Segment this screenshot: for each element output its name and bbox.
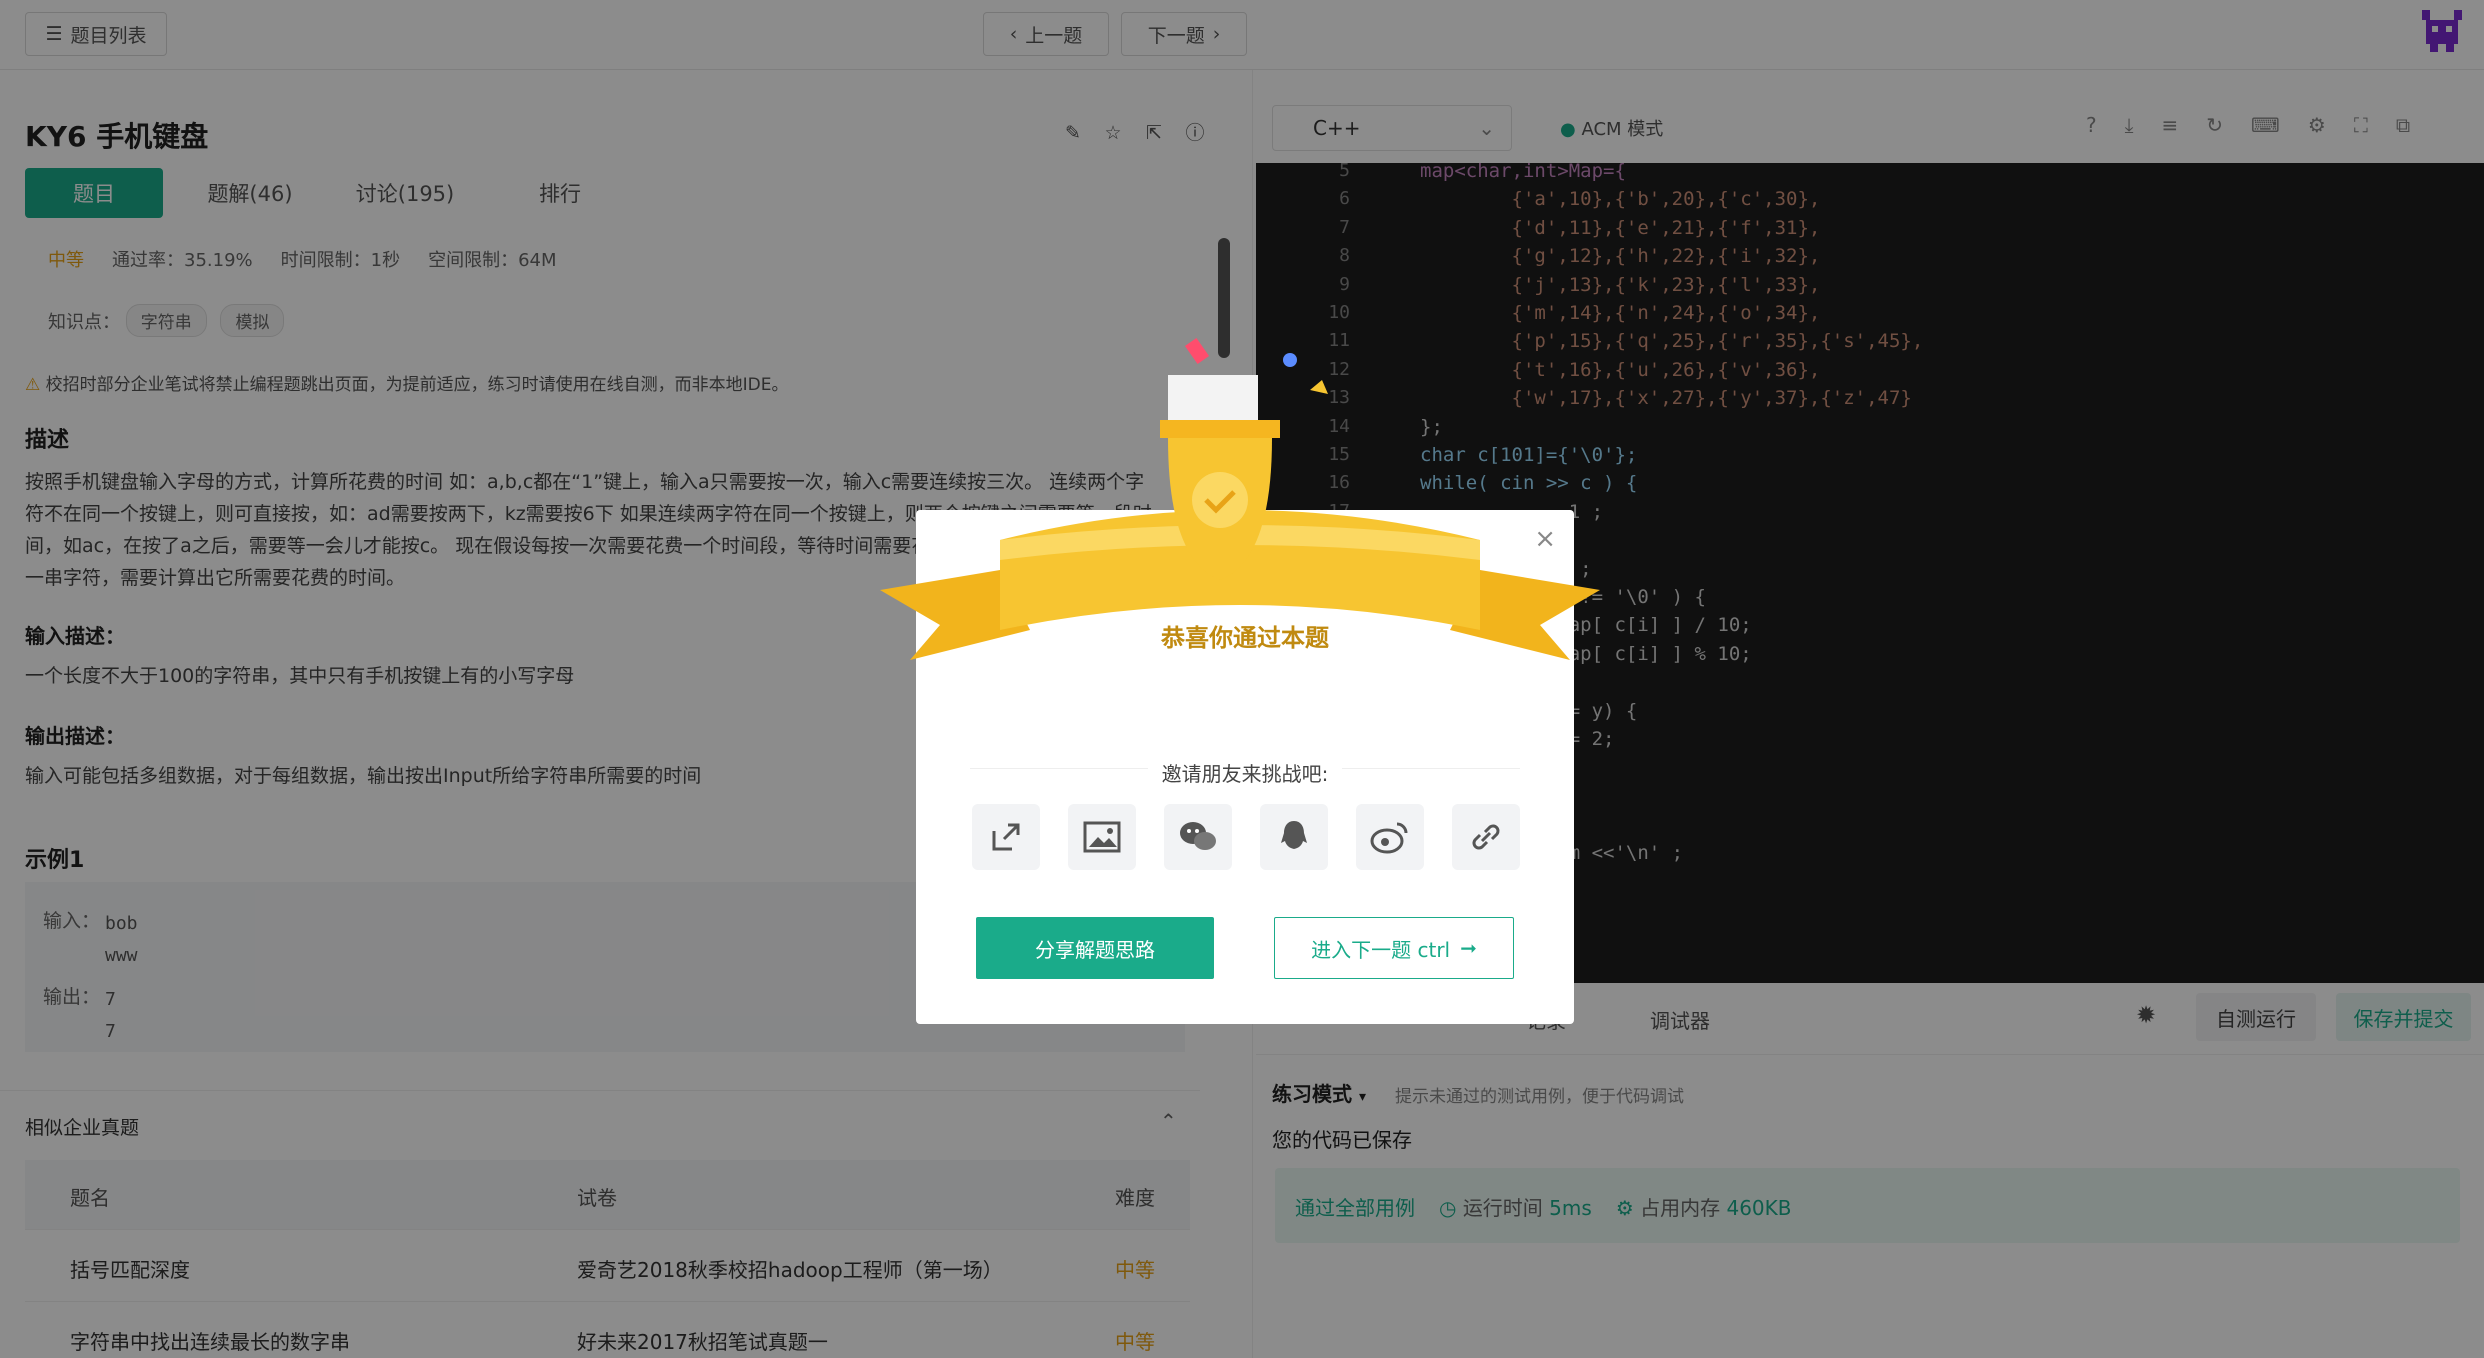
arrow-right-icon: ➞ (1460, 936, 1477, 960)
invite-text: 邀请朋友来挑战吧: (1147, 762, 1343, 786)
link-icon[interactable] (1452, 804, 1520, 870)
image-icon[interactable] (1068, 804, 1136, 870)
weibo-icon[interactable] (1356, 804, 1424, 870)
external-share-icon[interactable] (972, 804, 1040, 870)
wechat-icon[interactable] (1164, 804, 1232, 870)
success-banner: 恭喜你通过本题 (1161, 624, 1329, 652)
next-problem-modal-button[interactable]: 进入下一题 ctrl ➞ (1274, 917, 1514, 979)
trophy-ribbon (880, 337, 1600, 660)
qq-icon[interactable] (1260, 804, 1328, 870)
share-solution-button[interactable]: 分享解题思路 (976, 917, 1214, 979)
